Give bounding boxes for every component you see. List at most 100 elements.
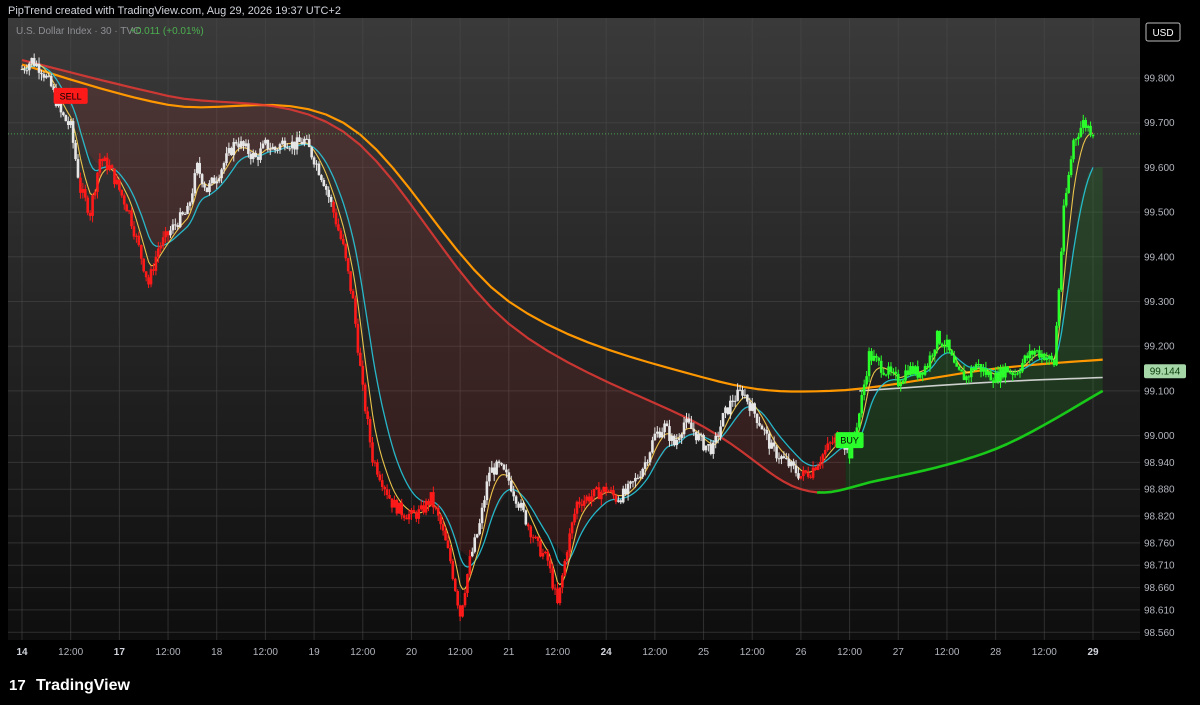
candle-body [164, 231, 167, 238]
candle-body [118, 179, 121, 190]
candle-body [361, 365, 365, 385]
candle-body [984, 368, 988, 375]
candle-body [1077, 136, 1080, 140]
candle-body [251, 152, 255, 160]
candle-body [122, 195, 126, 205]
time-axis[interactable]: 14 12:00 17 12:00 18 12:00 19 12:00 20 12:00 21 12:… [16, 647, 1099, 658]
candle-body [952, 355, 956, 363]
candle-body [1045, 358, 1049, 360]
candle-body [334, 212, 338, 225]
candle-body [950, 350, 954, 356]
price-tick-label: 99.800 [1144, 74, 1175, 85]
candle-body [996, 372, 1000, 382]
candle-body [458, 605, 462, 617]
candle-body [526, 524, 530, 527]
candle-body [473, 537, 477, 552]
candle-body [685, 418, 688, 423]
candle-body [1021, 362, 1024, 372]
candle-body [195, 162, 199, 174]
candle-body [607, 491, 610, 493]
candle-body [101, 159, 104, 162]
candle-body [568, 533, 571, 553]
candle-body [390, 498, 394, 508]
candle-body [298, 137, 301, 142]
candle-body [999, 367, 1002, 382]
candle-body [66, 121, 70, 125]
candle-body [1052, 359, 1056, 366]
candle-body [332, 201, 335, 213]
price-chart[interactable]: SELL BUY PipTrend created with TradingVie… [0, 0, 1200, 705]
change-value: +0.011 (+0.01%) [130, 26, 204, 37]
candle-body [989, 371, 993, 381]
candle-body [468, 556, 472, 575]
price-tick-label: 99.500 [1144, 208, 1175, 219]
candle-body [424, 500, 428, 513]
candle-body [268, 149, 272, 151]
candle-body [979, 364, 983, 372]
candle-body [882, 372, 885, 375]
candle-body [368, 418, 372, 443]
time-tick-label: 21 [503, 647, 515, 658]
candle-body [183, 213, 187, 215]
price-tick-label: 98.880 [1144, 485, 1175, 496]
candle-body [556, 588, 559, 604]
candle-body [982, 368, 985, 372]
candle-body [707, 444, 710, 446]
candle-body [867, 351, 871, 377]
candle-body [1025, 355, 1029, 359]
creation-note: PipTrend created with TradingView.com, A… [8, 5, 341, 17]
candle-body [295, 137, 299, 150]
candle-body [612, 490, 615, 496]
tradingview-logo-icon: 17 [9, 677, 26, 694]
candle-body [1055, 325, 1058, 366]
candle-body [870, 351, 873, 361]
candle-body [359, 352, 362, 366]
candle-body [188, 202, 192, 206]
candle-body [264, 139, 267, 144]
candle-body [135, 235, 138, 237]
candle-body [205, 187, 209, 193]
candle-body [475, 534, 479, 538]
candle-body [132, 226, 136, 237]
candle-body [327, 189, 330, 197]
candle-body [125, 204, 128, 212]
candle-body [631, 481, 635, 483]
candle-body [400, 502, 404, 516]
candle-body [609, 490, 613, 492]
candle-body [453, 578, 457, 592]
candle-body [911, 366, 915, 375]
candle-body [23, 69, 26, 71]
time-tick-label: 12:00 [740, 647, 765, 658]
candle-body [110, 165, 114, 169]
candle-body [741, 389, 744, 396]
candle-body [254, 152, 257, 157]
candle-body [974, 364, 978, 371]
candle-body [789, 461, 793, 467]
candle-body [81, 189, 85, 193]
candle-body [28, 63, 31, 71]
price-tick-label: 99.400 [1144, 252, 1175, 263]
candle-body [595, 487, 598, 490]
candle-body [40, 72, 43, 75]
time-tick-label: 14 [16, 647, 28, 658]
candle-body [658, 431, 662, 438]
candle-body [217, 178, 221, 182]
candle-body [276, 149, 279, 151]
candle-body [49, 75, 53, 87]
candle-body [142, 258, 146, 272]
candle-body [987, 371, 990, 375]
time-tick-label: 12:00 [642, 647, 667, 658]
candle-body [446, 540, 450, 548]
candle-body [220, 169, 223, 179]
candle-body [449, 547, 452, 562]
candle-body [144, 271, 148, 278]
candle-body [541, 552, 545, 557]
price-tick-label: 98.710 [1144, 561, 1175, 572]
candle-body [436, 508, 440, 516]
candle-body [617, 500, 620, 502]
candle-body [889, 366, 893, 372]
candle-body [174, 224, 177, 226]
candle-body [582, 500, 586, 506]
candle-body [88, 212, 92, 216]
candle-body [682, 422, 686, 435]
